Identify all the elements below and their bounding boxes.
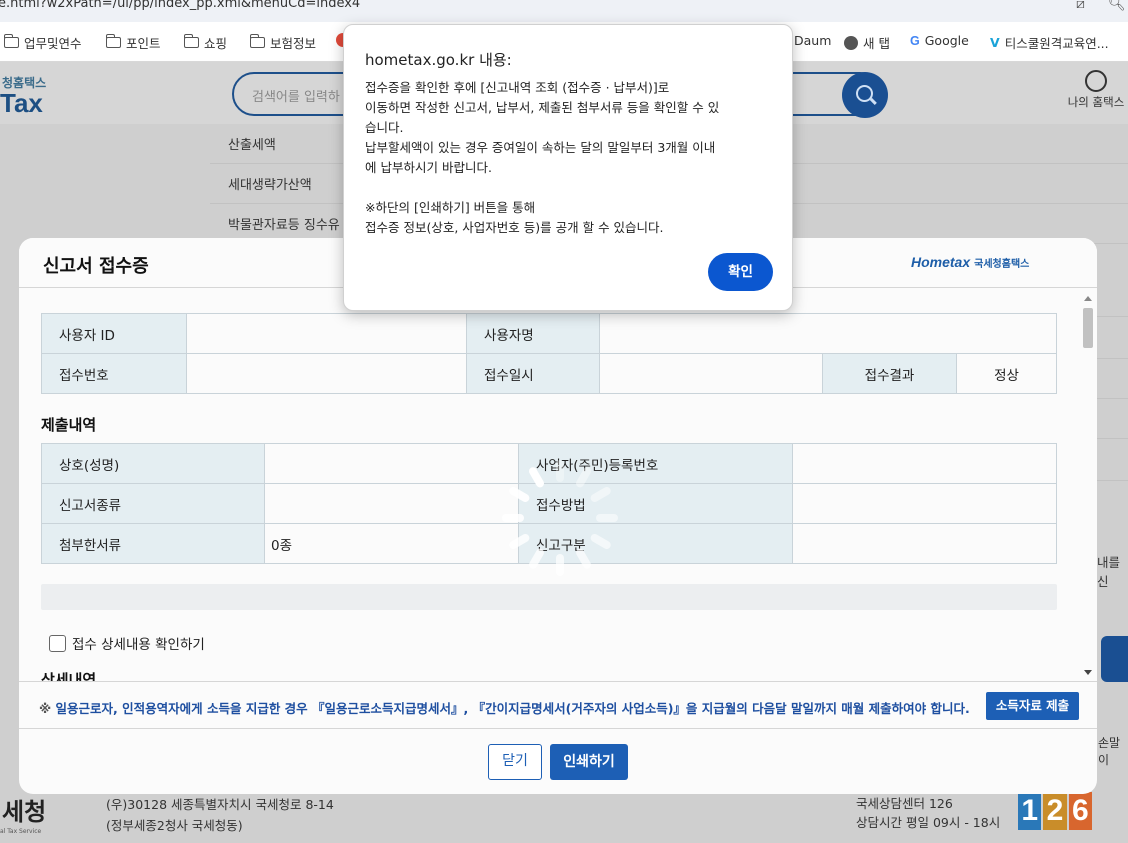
receipt-date-value [599, 353, 823, 394]
trade-name-value [264, 443, 519, 484]
spinner-spoke [507, 485, 531, 504]
spinner-spoke [574, 547, 593, 571]
camera-off-icon[interactable]: ⧄ [1076, 0, 1085, 11]
google-icon: G [910, 33, 920, 48]
income-submit-button[interactable]: 소득자료 제출 [986, 692, 1079, 720]
spinner-spoke [596, 514, 618, 522]
my-hometax-button[interactable]: 나의 홈택스 [1064, 70, 1128, 110]
category-value [792, 523, 1057, 564]
attach-value: 0종 [264, 523, 519, 564]
background-text-fragment: 내를 신 [1097, 555, 1121, 589]
result-label: 접수결과 [822, 353, 957, 394]
bookmark-daum[interactable]: Daum [794, 33, 831, 48]
spinner-spoke [589, 532, 613, 551]
bookmark-google[interactable]: G Google [910, 33, 969, 48]
loading-spinner-icon [500, 458, 620, 578]
alert-ok-button[interactable]: 확인 [708, 253, 773, 291]
url-text[interactable]: e.html?w2xPath=/ui/pp/index_pp.xml&menuC… [0, 0, 360, 10]
receipt-no-value [186, 353, 467, 394]
detail-section-title: 상세내역 [41, 671, 97, 681]
folder-icon [105, 34, 121, 48]
hometax-logo: Hometax 국세청홈택스 [911, 254, 1030, 270]
trade-name-label: 상호(성명) [41, 443, 265, 484]
table-row: 접수번호 접수일시 접수결과 정상 [41, 353, 1057, 394]
scroll-up-icon[interactable] [1084, 296, 1092, 301]
submission-section-title: 제출내역 [41, 416, 97, 434]
alert-message: 접수증을 확인한 후에 [신고내역 조회 (접수증 · 납부서)]로 이동하면 … [365, 80, 720, 235]
background-text-fragment: 손말이 [1098, 736, 1121, 767]
bookmark-new-tab[interactable]: 새 탭 [844, 33, 890, 52]
notice-text: ※ 일용근로자, 인적용역자에게 소득을 지급한 경우 『일용근로소득지급명세서… [39, 701, 970, 716]
alert-dialog: hometax.go.kr 내용: 접수증을 확인한 후에 [신고내역 조회 (… [343, 24, 793, 311]
footer-logo-sub: al Tax Service [0, 828, 42, 835]
address-bar[interactable]: e.html?w2xPath=/ui/pp/index_pp.xml&menuC… [0, 0, 1128, 22]
footer-call-center: 국세상담센터 126 상담시간 평일 09시 - 18시 [856, 796, 1001, 830]
folder-icon [183, 34, 199, 48]
report-type-value [264, 483, 519, 524]
spinner-spoke [502, 514, 524, 522]
bookmark-folder-work[interactable]: 업무및연수 [3, 33, 82, 52]
user-name-value [599, 313, 1057, 354]
receipt-info-table: 사용자 ID 사용자명 접수번호 접수일시 접수결과 정상 [41, 313, 1057, 394]
user-icon [1085, 70, 1107, 92]
detail-checkbox-row[interactable]: 접수 상세내용 확인하기 [49, 633, 205, 653]
reg-no-value [792, 443, 1057, 484]
empty-info-bar [41, 584, 1057, 610]
print-button[interactable]: 인쇄하기 [550, 744, 628, 780]
modal-footer: 닫기 인쇄하기 [19, 730, 1097, 794]
site-logo[interactable]: Tax [0, 88, 43, 119]
close-button[interactable]: 닫기 [488, 744, 542, 780]
spinner-spoke [527, 547, 546, 571]
zoom-icon[interactable]: 🔍︎ [1108, 0, 1126, 11]
spinner-spoke [527, 465, 546, 489]
notice-bar: ※ 일용근로자, 인적용역자에게 소득을 지급한 경우 『일용근로소득지급명세서… [19, 681, 1097, 729]
table-row: 사용자 ID 사용자명 [41, 313, 1057, 354]
spinner-spoke [589, 485, 613, 504]
user-id-label: 사용자 ID [41, 313, 187, 354]
folder-icon [3, 34, 19, 48]
background-button[interactable] [1101, 636, 1128, 682]
attach-label: 첨부한서류 [41, 523, 265, 564]
globe-icon [844, 35, 858, 50]
scroll-down-icon[interactable] [1084, 670, 1092, 675]
detail-checkbox[interactable] [49, 634, 66, 652]
spinner-spoke [556, 554, 564, 576]
bookmark-folder-insurance[interactable]: 보험정보 [249, 33, 316, 52]
bookmark-folder-points[interactable]: 포인트 [105, 33, 161, 52]
spinner-spoke [574, 465, 593, 489]
spinner-spoke [507, 532, 531, 551]
tschool-icon: V [990, 35, 1000, 50]
alert-title: hometax.go.kr 내용: [365, 51, 512, 69]
detail-checkbox-label: 접수 상세내용 확인하기 [72, 637, 205, 653]
user-id-value [186, 313, 467, 354]
search-placeholder: 검색어를 입력하 [252, 90, 340, 105]
bookmark-tschool[interactable]: V 티스쿨원격교육연... [990, 33, 1109, 52]
footer-address: (우)30128 세종특별자치시 국세청로 8-14 (정부세종2청사 국세청동… [106, 797, 334, 833]
footer-logo: 세청 [2, 798, 47, 826]
bookmark-folder-shopping[interactable]: 쇼핑 [183, 33, 227, 52]
call-center-126-logo: 1 2 6 [1018, 792, 1092, 830]
scroll-thumb[interactable] [1083, 308, 1093, 348]
spinner-spoke [556, 460, 564, 482]
user-name-label: 사용자명 [466, 313, 600, 354]
receipt-no-label: 접수번호 [41, 353, 187, 394]
search-button[interactable] [842, 72, 888, 118]
modal-title: 신고서 접수증 [43, 256, 149, 277]
method-value [792, 483, 1057, 524]
modal-scrollbar[interactable] [1082, 294, 1094, 680]
folder-icon [249, 34, 265, 48]
result-value: 정상 [956, 353, 1057, 394]
report-type-label: 신고서종류 [41, 483, 265, 524]
receipt-date-label: 접수일시 [466, 353, 600, 394]
